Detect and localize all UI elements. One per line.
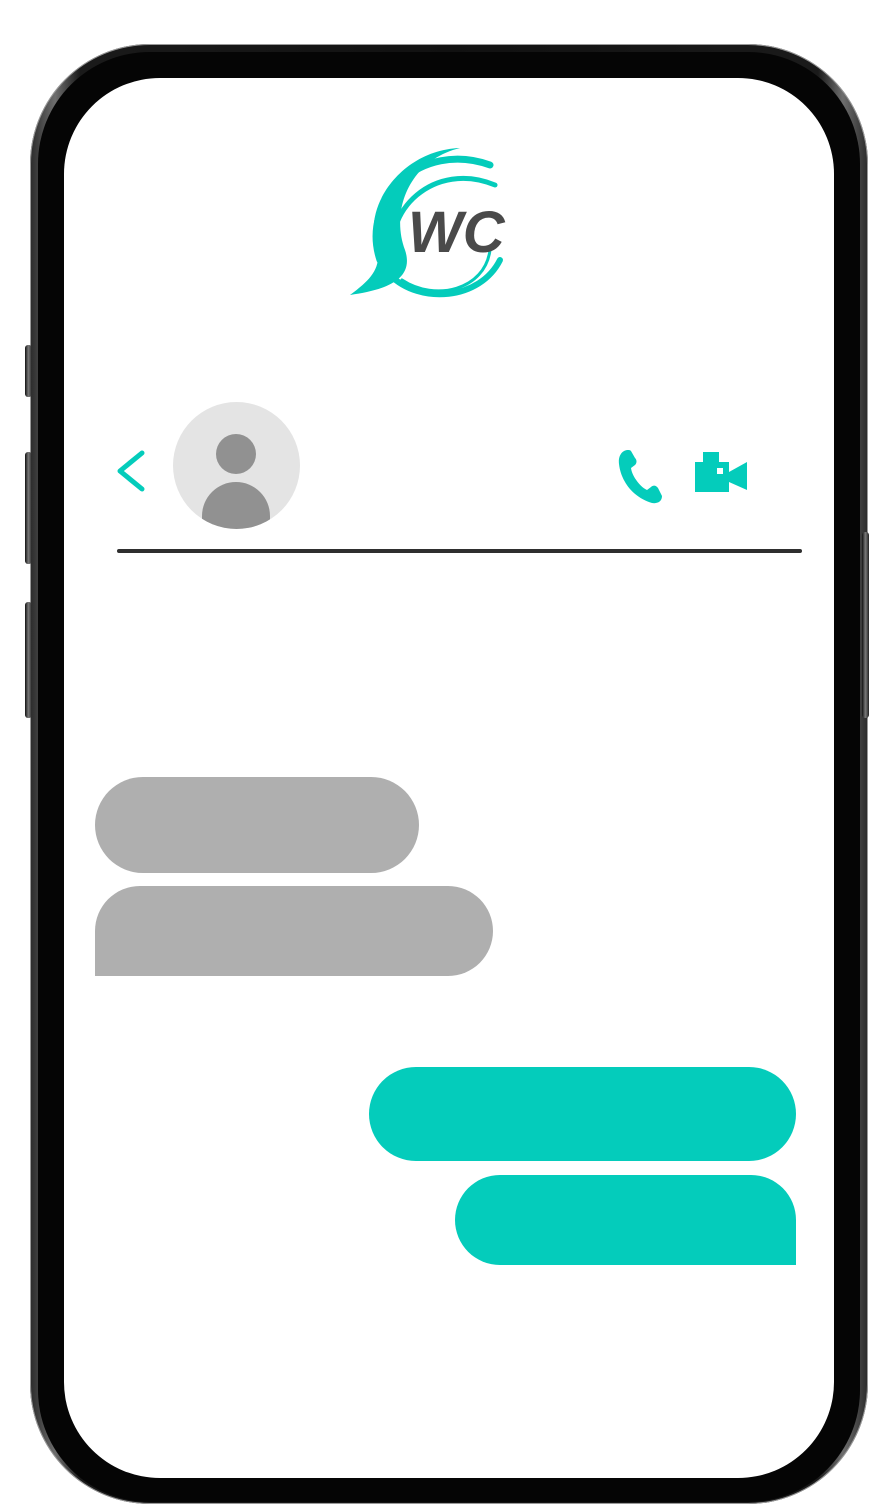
incoming-message-bubble[interactable]: [95, 886, 493, 976]
silent-switch: [25, 345, 32, 397]
logo-text: WC: [408, 200, 506, 265]
incoming-message-bubble[interactable]: [95, 777, 419, 873]
volume-up-button: [25, 452, 32, 564]
outgoing-message-bubble[interactable]: [369, 1067, 796, 1161]
video-camera-icon: [695, 452, 747, 492]
volume-down-button: [25, 602, 32, 718]
header-divider: [117, 549, 802, 553]
voice-call-button[interactable]: [614, 446, 666, 506]
power-button: [862, 532, 869, 718]
chevron-left-icon: [117, 450, 145, 492]
back-button[interactable]: [112, 447, 152, 495]
wc-logo-graphic: WC: [350, 148, 506, 298]
video-call-button[interactable]: [693, 450, 749, 496]
phone-icon: [618, 450, 662, 504]
outgoing-message-bubble[interactable]: [455, 1175, 796, 1265]
app-logo: WC: [340, 140, 550, 305]
contact-avatar[interactable]: [173, 402, 300, 529]
person-icon: [216, 434, 256, 474]
